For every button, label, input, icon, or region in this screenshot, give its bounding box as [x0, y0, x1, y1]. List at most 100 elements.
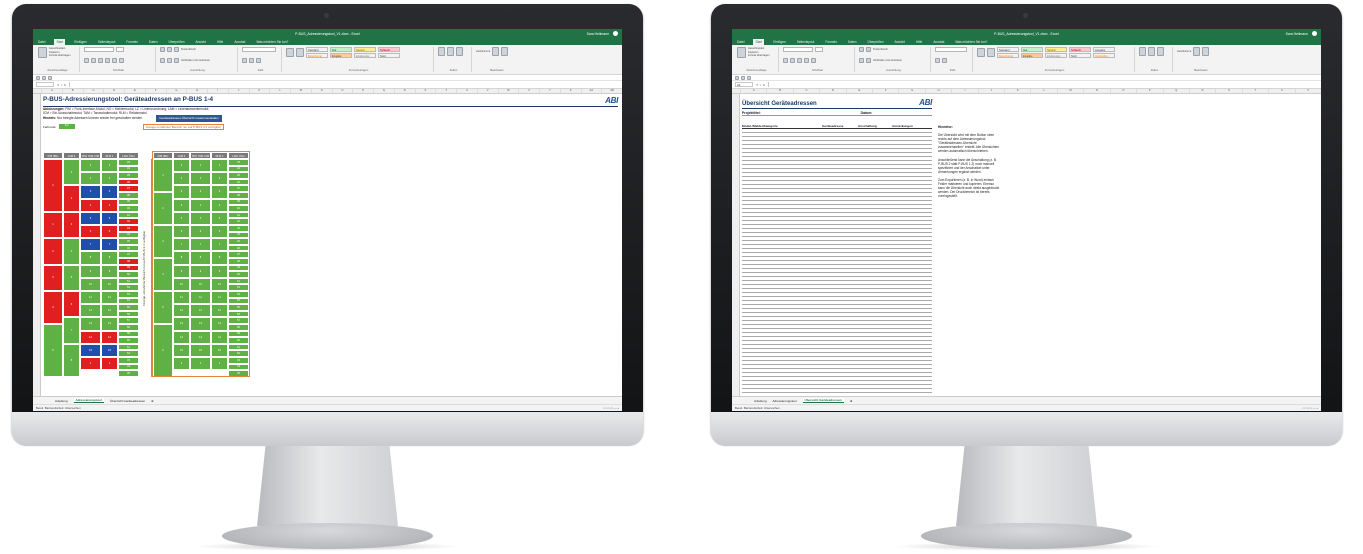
align-center-icon[interactable] [866, 57, 871, 63]
rlm-cell[interactable]: 4 [101, 198, 118, 212]
percent-icon[interactable] [942, 57, 947, 63]
fim-tam-cell[interactable]: 10 [80, 277, 101, 291]
align-bottom-icon[interactable] [174, 47, 179, 52]
format-as-table-icon[interactable] [296, 48, 304, 57]
merge-center-button[interactable]: Verbinden und zentrieren [873, 59, 902, 62]
bold-icon[interactable] [84, 57, 89, 63]
paste-icon[interactable] [737, 47, 746, 58]
lam-cell[interactable]: 8 [63, 343, 80, 377]
sort-filter-icon[interactable] [1193, 47, 1201, 56]
tab-seitenlayout[interactable]: Seitenlayout [96, 39, 118, 45]
add-sheet-icon[interactable]: ⊕ [151, 399, 154, 403]
address-cell[interactable]: 35 [118, 370, 139, 377]
thousands-icon[interactable] [256, 57, 261, 63]
fim-tam-cell[interactable]: 12 [80, 304, 101, 318]
conditional-format-icon[interactable] [977, 48, 985, 57]
style-calc[interactable]: Berechnung [306, 53, 328, 58]
lam-cell[interactable]: 3 [63, 211, 80, 239]
autosum-button[interactable]: AutoSumme [1177, 50, 1191, 53]
address-cell[interactable]: 50 [118, 271, 139, 278]
format-painter-button[interactable]: Format übertragen [748, 54, 769, 57]
address-cell[interactable]: 39 [118, 198, 139, 206]
undo-icon[interactable] [741, 75, 745, 80]
sheet-tab-adressierungstool[interactable]: Adressierungstool [773, 399, 797, 403]
sheet-tab-anleitung[interactable]: Anleitung [754, 399, 767, 403]
style-explain[interactable]: Erklärender... [1045, 53, 1067, 58]
lam-cell[interactable]: 1 [63, 159, 80, 186]
compile-overview-button[interactable]: Geräteadressen-Übersicht zusammenstellen [156, 115, 222, 122]
formula-input[interactable] [69, 82, 619, 87]
fim-tam-cell[interactable]: 4 [80, 198, 101, 212]
merge-center-button[interactable]: Verbinden und zentrieren [181, 59, 210, 62]
fim-tam-cell[interactable]: 11 [80, 291, 101, 305]
delete-cells-icon[interactable] [1148, 47, 1155, 56]
status-accessibility[interactable]: Barrierefreiheit: Untersuchen [45, 406, 81, 410]
lam-cell[interactable]: 2 [63, 185, 80, 212]
address-cell[interactable]: 41 [118, 211, 139, 219]
address-cell[interactable]: 56 [118, 310, 139, 318]
fim-tam-cell[interactable]: 6 [80, 225, 101, 239]
tab-hilfe[interactable]: Hilfe [215, 39, 225, 45]
address-cell[interactable]: 46 [118, 244, 139, 252]
address-cell[interactable]: 45 [118, 238, 139, 245]
font-size-select[interactable] [116, 47, 124, 52]
insert-cells-icon[interactable] [438, 47, 445, 56]
align-middle-icon[interactable] [167, 47, 172, 52]
save-icon[interactable] [36, 75, 40, 80]
tab-ueberpruefen[interactable]: Überprüfen [167, 39, 187, 45]
fim-tam-cell[interactable]: 1 [80, 357, 101, 371]
style-output[interactable]: Ausgabe [1093, 47, 1115, 52]
address-cell[interactable]: 35 [118, 172, 139, 179]
tab-ansicht[interactable]: Ansicht [893, 39, 907, 45]
address-cell[interactable]: 58 [118, 324, 139, 331]
address-cell[interactable]: 57 [118, 317, 139, 324]
name-box[interactable]: A1 [735, 82, 753, 87]
redo-icon[interactable] [747, 75, 751, 80]
style-note[interactable]: Notiz [1069, 53, 1091, 58]
fim-tam-cell[interactable]: 8 [80, 251, 101, 265]
rlm-cell[interactable]: 2 [101, 172, 118, 186]
rlm-cell[interactable]: 5 [101, 211, 118, 225]
italic-icon[interactable] [790, 57, 795, 63]
fim-cell[interactable]: 3 [43, 264, 63, 291]
address-cell[interactable]: 40 [118, 205, 139, 212]
rlm-cell[interactable]: 14 [101, 330, 118, 344]
address-cell[interactable]: 34 [118, 165, 139, 173]
address-cell[interactable]: 36 [118, 178, 139, 186]
lam-cell[interactable]: 5 [63, 264, 80, 291]
fim-tam-cell[interactable]: 13 [80, 317, 101, 331]
fim-tam-cell[interactable]: 14 [80, 330, 101, 344]
fim-tam-cell[interactable]: 9 [80, 264, 101, 278]
address-cell[interactable]: 60 [118, 337, 139, 344]
style-note[interactable]: Notiz [378, 53, 400, 58]
address-cell[interactable]: 52 [118, 284, 139, 291]
format-painter-button[interactable]: Format übertragen [49, 54, 70, 57]
tab-daten[interactable]: Daten [147, 39, 160, 45]
rlm-cell[interactable]: 12 [101, 304, 118, 318]
style-good[interactable]: Gut [1021, 47, 1043, 52]
fim-tam-cell[interactable]: 5 [80, 211, 101, 225]
address-cell[interactable]: 53 [118, 291, 139, 298]
address-cell[interactable]: 44 [118, 231, 139, 239]
delete-cells-icon[interactable] [447, 47, 454, 56]
font-color-icon[interactable] [119, 57, 124, 63]
fill-color-icon[interactable] [112, 57, 117, 63]
sort-filter-icon[interactable] [492, 47, 500, 56]
style-calc[interactable]: Berechnung [997, 53, 1019, 58]
font-size-select[interactable] [815, 47, 823, 52]
style-bad[interactable]: Schlecht [378, 47, 400, 52]
style-input[interactable]: Eingabe [1021, 53, 1043, 58]
rlm-cell[interactable]: 6 [101, 225, 118, 239]
fim-cell[interactable]: 2 [43, 238, 63, 265]
align-top-icon[interactable] [859, 47, 864, 52]
address-cell[interactable]: 34 [118, 363, 139, 371]
address-cell[interactable]: 33 [118, 159, 139, 166]
address-cell[interactable]: 42 [118, 218, 139, 225]
align-left-icon[interactable] [859, 57, 864, 63]
align-left-icon[interactable] [160, 57, 165, 63]
font-name-select[interactable] [783, 47, 813, 52]
address-cell[interactable]: 55 [118, 304, 139, 311]
status-accessibility[interactable]: Barrierefreiheit: Untersuchen [744, 406, 780, 410]
style-bad[interactable]: Schlecht [1069, 47, 1091, 52]
rlm-cell[interactable]: 11 [101, 291, 118, 305]
